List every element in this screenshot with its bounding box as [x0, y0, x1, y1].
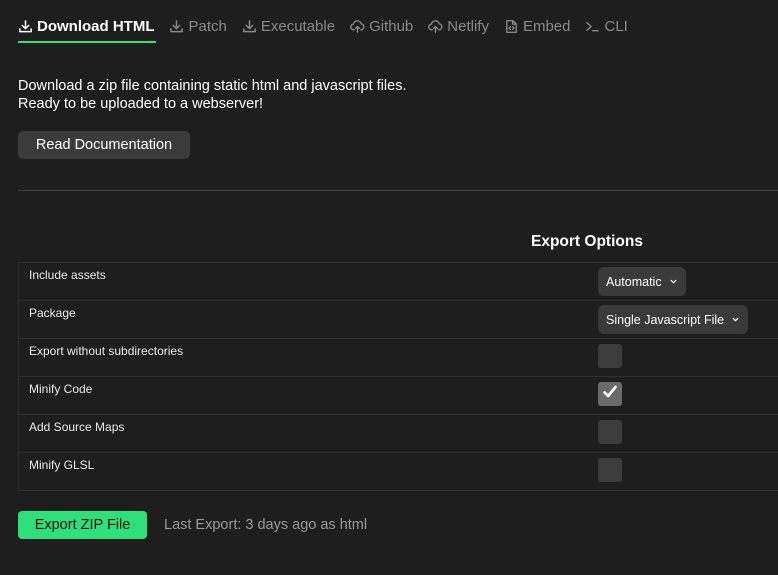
download-icon	[18, 19, 33, 34]
export-options-table: Include assets Automatic Package Single …	[18, 262, 778, 491]
export-options-title: Export Options	[531, 233, 643, 250]
tab-github[interactable]: Github	[350, 14, 413, 38]
export-panel: Download HTML Patch Executable Github Ne…	[0, 0, 778, 575]
description-line: Ready to be uploaded to a webserver!	[18, 96, 264, 112]
option-row-include-assets: Include assets Automatic	[18, 263, 778, 301]
tab-executable[interactable]: Executable	[242, 14, 335, 38]
option-row-add-source-maps: Add Source Maps	[18, 415, 778, 453]
last-export-status: Last Export: 3 days ago as html	[164, 517, 368, 533]
export-zip-button[interactable]: Export ZIP File	[18, 511, 147, 539]
tab-label: Download HTML	[37, 17, 155, 35]
include-assets-select[interactable]: Automatic	[598, 267, 686, 296]
download-icon	[169, 19, 184, 34]
minify-glsl-checkbox[interactable]	[598, 458, 622, 482]
read-documentation-button[interactable]: Read Documentation	[18, 131, 190, 159]
option-row-export-without-subdirectories: Export without subdirectories	[18, 339, 778, 377]
description: Download a zip file containing static ht…	[18, 77, 406, 113]
option-label: Add Source Maps	[29, 420, 125, 434]
cloud-upload-icon	[428, 19, 443, 34]
terminal-icon	[585, 19, 600, 34]
tab-label: Patch	[188, 17, 227, 35]
tab-label: Netlify	[447, 17, 489, 35]
option-row-minify-code: Minify Code	[18, 377, 778, 415]
description-line: Download a zip file containing static ht…	[18, 78, 407, 94]
select-value: Single Javascript File	[606, 312, 725, 327]
tab-netlify[interactable]: Netlify	[428, 14, 489, 38]
package-select[interactable]: Single Javascript File	[598, 305, 749, 334]
divider	[18, 190, 778, 191]
tab-label: Embed	[522, 17, 571, 35]
tab-label: Github	[369, 17, 414, 35]
tab-download-html[interactable]: Download HTML	[18, 14, 157, 43]
select-value: Automatic	[606, 274, 662, 289]
tab-patch[interactable]: Patch	[169, 14, 227, 38]
minify-code-checkbox[interactable]	[598, 382, 622, 406]
option-label: Export without subdirectories	[29, 344, 184, 358]
option-label: Package	[29, 306, 76, 320]
option-label: Include assets	[29, 268, 106, 282]
tab-embed[interactable]: Embed	[504, 14, 571, 38]
tab-label: CLI	[604, 17, 628, 35]
tab-cli[interactable]: CLI	[585, 14, 628, 38]
option-label: Minify Code	[29, 382, 93, 396]
option-row-minify-glsl: Minify GLSL	[18, 453, 778, 491]
download-icon	[242, 19, 257, 34]
chevron-down-icon	[731, 315, 740, 324]
checkmark-icon	[601, 383, 619, 406]
export-tabs: Download HTML Patch Executable Github Ne…	[18, 12, 643, 43]
chevron-down-icon	[669, 277, 678, 286]
tab-label: Executable	[260, 17, 336, 35]
option-label: Minify GLSL	[29, 458, 95, 472]
cloud-upload-icon	[350, 19, 365, 34]
export-without-subdirectories-checkbox[interactable]	[598, 344, 622, 368]
add-source-maps-checkbox[interactable]	[598, 420, 622, 444]
option-row-package: Package Single Javascript File	[18, 301, 778, 339]
code-file-icon	[504, 19, 519, 34]
